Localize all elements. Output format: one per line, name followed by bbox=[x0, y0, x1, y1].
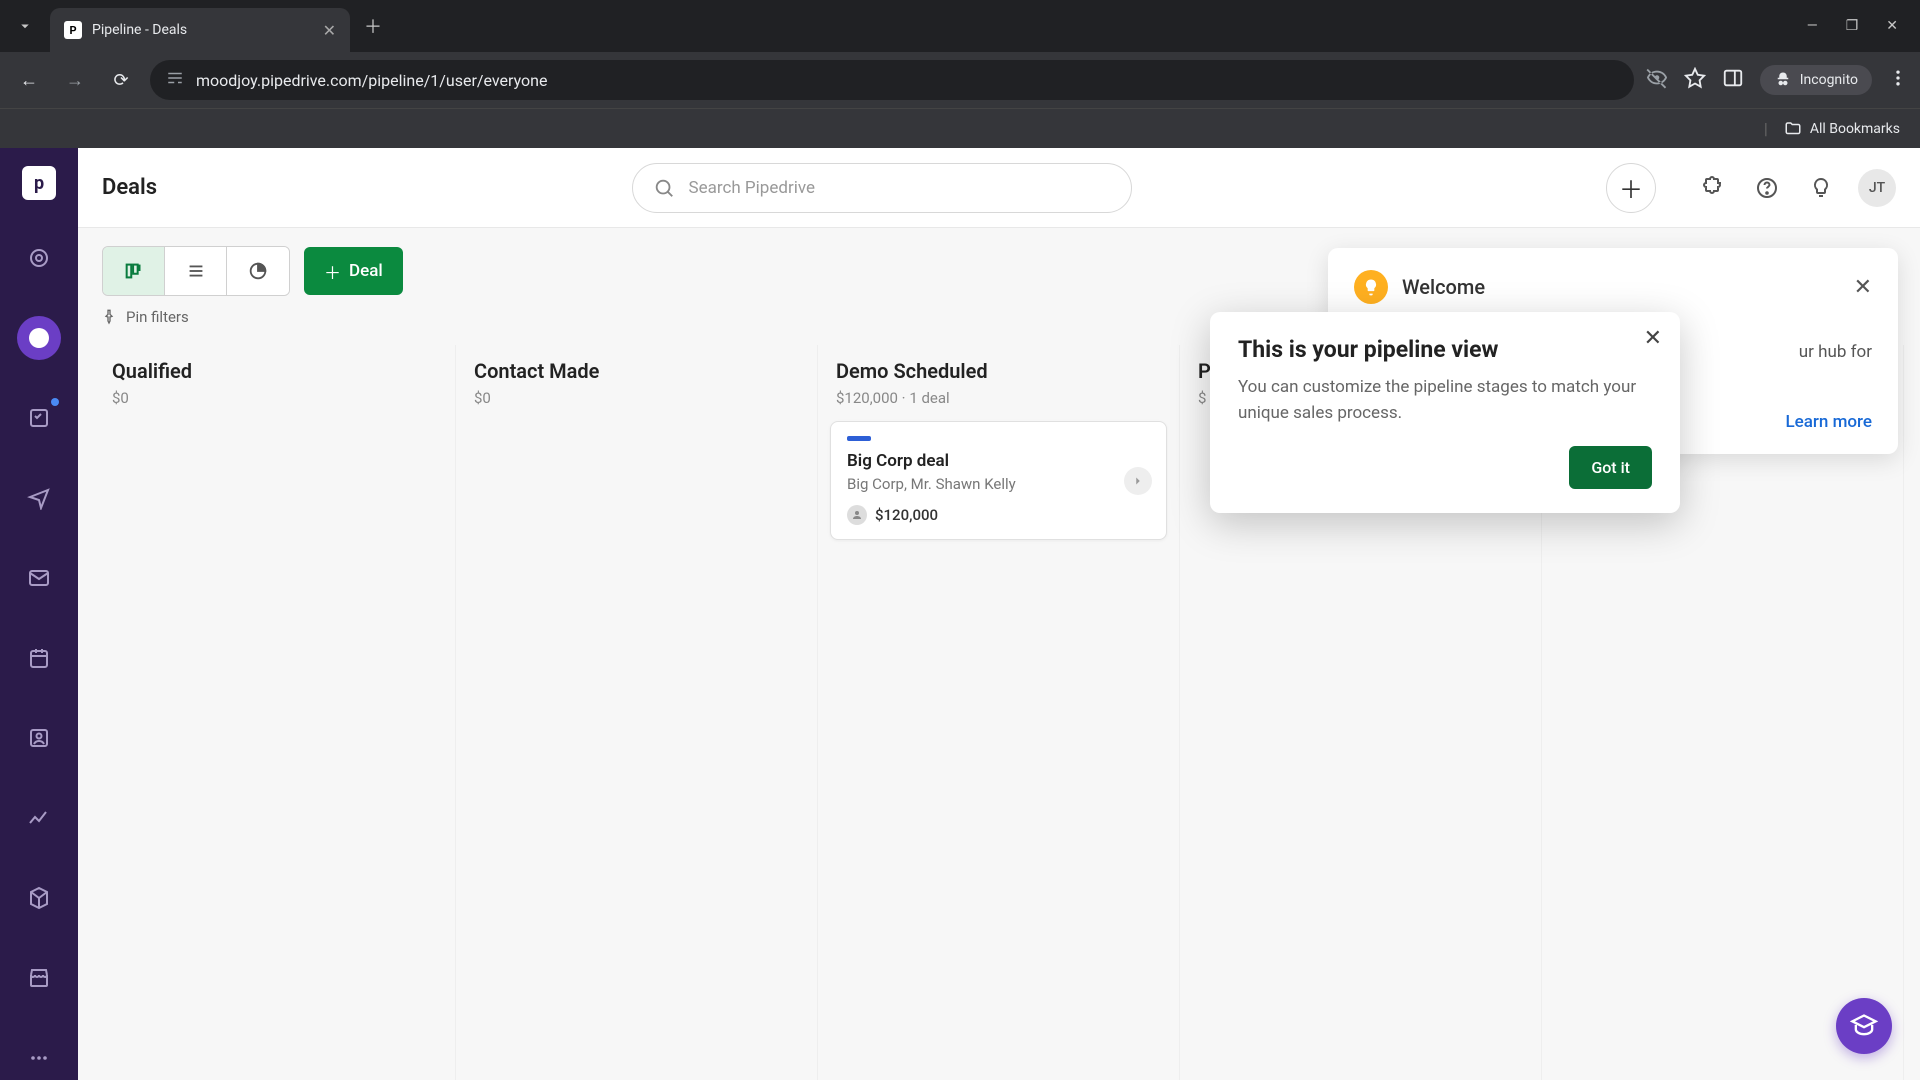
maximize-button[interactable]: ❐ bbox=[1846, 18, 1859, 34]
stage-name: Qualified bbox=[112, 359, 437, 383]
sidenav-item-contacts[interactable] bbox=[17, 716, 61, 760]
stage-name: Contact Made bbox=[474, 359, 799, 383]
popup-got-it-button[interactable]: Got it bbox=[1569, 446, 1652, 489]
tab-title: Pipeline - Deals bbox=[92, 22, 323, 38]
deal-subtitle: Big Corp, Mr. Shawn Kelly bbox=[847, 475, 1150, 493]
popup-text: You can customize the pipeline stages to… bbox=[1238, 375, 1652, 426]
quick-add-button[interactable]: ＋ bbox=[1606, 163, 1656, 213]
sidenav-item-more[interactable] bbox=[17, 1036, 61, 1080]
deal-title: Big Corp deal bbox=[847, 451, 1150, 471]
stage-summary: $0 bbox=[112, 389, 437, 407]
academy-icon bbox=[1850, 1012, 1878, 1040]
stage-summary: $120,000 · 1 deal bbox=[836, 389, 1161, 407]
app-container: p bbox=[0, 148, 1920, 1080]
bookmark-star-icon[interactable] bbox=[1684, 67, 1706, 93]
deal-value: $120,000 bbox=[875, 506, 938, 524]
tips-icon[interactable] bbox=[1804, 171, 1838, 205]
new-tab-button[interactable]: ＋ bbox=[364, 13, 382, 39]
url-text: moodjoy.pipedrive.com/pipeline/1/user/ev… bbox=[196, 71, 1618, 90]
search-box[interactable] bbox=[632, 163, 1132, 213]
pin-filters-label: Pin filters bbox=[126, 308, 189, 326]
welcome-title: Welcome bbox=[1402, 275, 1485, 299]
app-logo[interactable]: p bbox=[22, 166, 56, 200]
tab-favicon-icon: P bbox=[64, 21, 82, 39]
view-list-button[interactable] bbox=[165, 247, 227, 295]
sidenav-item-deals[interactable] bbox=[17, 316, 61, 360]
search-input[interactable] bbox=[689, 178, 1111, 198]
welcome-bulb-icon bbox=[1354, 270, 1388, 304]
view-toggle-group bbox=[102, 246, 290, 296]
incognito-label: Incognito bbox=[1800, 72, 1858, 88]
forward-button[interactable]: → bbox=[58, 63, 92, 97]
add-deal-label: Deal bbox=[349, 261, 383, 281]
add-deal-button[interactable]: ＋ Deal bbox=[304, 247, 403, 295]
side-nav: p bbox=[0, 148, 78, 1080]
side-panel-icon[interactable] bbox=[1722, 67, 1744, 93]
pin-filters-button[interactable]: Pin filters bbox=[102, 308, 189, 326]
sidenav-item-insights[interactable] bbox=[17, 796, 61, 840]
sidenav-item-campaigns[interactable] bbox=[17, 476, 61, 520]
stage-contact-made[interactable]: Contact Made $0 bbox=[456, 345, 818, 1080]
user-avatar[interactable]: JT bbox=[1858, 169, 1896, 207]
tab-close-icon[interactable]: ✕ bbox=[323, 21, 336, 40]
browser-tab-strip: P Pipeline - Deals ✕ ＋ — ❐ ✕ bbox=[0, 0, 1920, 52]
help-fab[interactable] bbox=[1836, 998, 1892, 1054]
popup-title: This is your pipeline view bbox=[1238, 336, 1652, 363]
url-bar[interactable]: moodjoy.pipedrive.com/pipeline/1/user/ev… bbox=[150, 60, 1634, 100]
main-area: Deals ＋ JT bbox=[78, 148, 1920, 1080]
stage-name: Demo Scheduled bbox=[836, 359, 1161, 383]
onboarding-popup: ✕ This is your pipeline view You can cus… bbox=[1210, 312, 1680, 513]
view-forecast-button[interactable] bbox=[227, 247, 289, 295]
page-title: Deals bbox=[102, 175, 157, 200]
window-controls: — ❐ ✕ bbox=[1807, 18, 1912, 34]
sidenav-item-projects[interactable] bbox=[17, 396, 61, 440]
stage-demo-scheduled[interactable]: Demo Scheduled $120,000 · 1 deal Big Cor… bbox=[818, 345, 1180, 1080]
welcome-close-button[interactable]: ✕ bbox=[1854, 275, 1872, 300]
deal-card[interactable]: Big Corp deal Big Corp, Mr. Shawn Kelly … bbox=[830, 421, 1167, 540]
deal-progress-bar bbox=[847, 436, 871, 441]
tab-search-dropdown[interactable] bbox=[8, 9, 42, 43]
sidenav-item-marketplace[interactable] bbox=[17, 956, 61, 1000]
sidenav-item-products[interactable] bbox=[17, 876, 61, 920]
deal-owner-avatar bbox=[847, 505, 867, 525]
all-bookmarks-button[interactable]: All Bookmarks bbox=[1784, 120, 1900, 138]
minimize-button[interactable]: — bbox=[1807, 18, 1818, 34]
site-settings-icon[interactable] bbox=[166, 69, 184, 91]
eye-off-icon[interactable] bbox=[1646, 67, 1668, 93]
pin-icon bbox=[102, 309, 118, 325]
back-button[interactable]: ← bbox=[12, 63, 46, 97]
help-icon[interactable] bbox=[1750, 171, 1784, 205]
bookmark-bar-separator: | bbox=[1764, 119, 1768, 138]
view-pipeline-button[interactable] bbox=[103, 247, 165, 295]
app-header: Deals ＋ JT bbox=[78, 148, 1920, 228]
sidenav-item-activities[interactable] bbox=[17, 636, 61, 680]
browser-toolbar: ← → ⟳ moodjoy.pipedrive.com/pipeline/1/u… bbox=[0, 52, 1920, 108]
deal-next-icon[interactable] bbox=[1124, 467, 1152, 495]
sidenav-item-mail[interactable] bbox=[17, 556, 61, 600]
close-window-button[interactable]: ✕ bbox=[1886, 18, 1898, 34]
all-bookmarks-label: All Bookmarks bbox=[1810, 121, 1900, 137]
browser-tab[interactable]: P Pipeline - Deals ✕ bbox=[50, 8, 350, 52]
plus-icon: ＋ bbox=[324, 259, 341, 284]
extensions-icon[interactable] bbox=[1696, 171, 1730, 205]
stage-qualified[interactable]: Qualified $0 bbox=[94, 345, 456, 1080]
search-icon bbox=[653, 177, 675, 199]
bookmark-bar: | All Bookmarks bbox=[0, 108, 1920, 148]
reload-button[interactable]: ⟳ bbox=[104, 63, 138, 97]
sidenav-item-focus[interactable] bbox=[17, 236, 61, 280]
popup-close-button[interactable]: ✕ bbox=[1644, 326, 1662, 351]
stage-summary: $0 bbox=[474, 389, 799, 407]
browser-menu-icon[interactable] bbox=[1888, 68, 1908, 92]
incognito-badge[interactable]: Incognito bbox=[1760, 65, 1872, 95]
notification-dot bbox=[51, 398, 59, 406]
